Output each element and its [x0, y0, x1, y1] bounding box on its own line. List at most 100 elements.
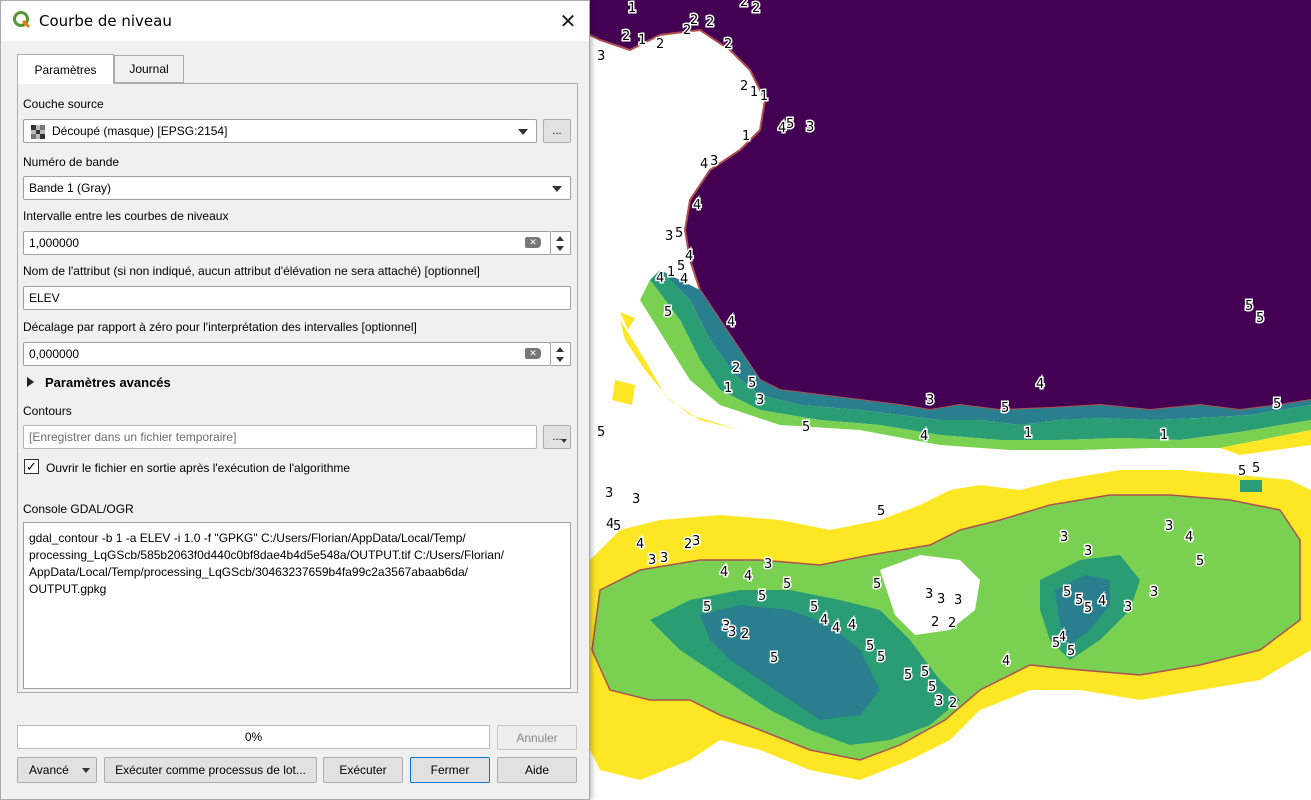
open-output-checkbox[interactable]: ✓: [24, 459, 39, 474]
tab-parameters[interactable]: Paramètres: [17, 54, 114, 84]
spin-down-icon[interactable]: [556, 357, 564, 362]
spin-down-icon[interactable]: [556, 246, 564, 251]
contour-label: 3: [926, 393, 934, 408]
interval-input[interactable]: 1,000000: [23, 231, 551, 255]
tab-log[interactable]: Journal: [114, 55, 184, 83]
contour-dialog: Courbe de niveau ✕ Paramètres Journal Co…: [0, 0, 590, 800]
chevron-right-icon[interactable]: [27, 377, 34, 387]
contour-label: 5: [786, 117, 794, 132]
advanced-button[interactable]: Avancé: [17, 757, 97, 783]
contour-label: 5: [877, 650, 885, 665]
contour-label: 2: [740, 79, 748, 94]
contour-label: 4: [820, 613, 828, 628]
contour-label: 5: [921, 665, 929, 680]
contour-label: 3: [665, 229, 673, 244]
chevron-down-icon: [82, 768, 90, 773]
contour-label: 5: [1252, 461, 1260, 476]
contour-label: 5: [1063, 585, 1071, 600]
cancel-button[interactable]: Annuler: [497, 725, 577, 750]
offset-label: Décalage par rapport à zéro pour l'inter…: [23, 320, 417, 334]
contour-label: 4: [1002, 654, 1010, 669]
source-layer-select[interactable]: Découpé (masque) [EPSG:2154]: [23, 119, 537, 143]
contour-label: 5: [1001, 401, 1009, 416]
contour-label: 5: [1084, 601, 1092, 616]
contour-label: 3: [935, 694, 943, 709]
contour-label: 2: [732, 361, 740, 376]
contour-label: 2: [724, 37, 732, 52]
raster-layer-icon: [31, 125, 45, 139]
contour-label: 3: [728, 625, 736, 640]
contour-label: 5: [1075, 593, 1083, 608]
contours-browse-button[interactable]: ...: [543, 425, 571, 449]
contour-label: 5: [1052, 636, 1060, 651]
advanced-parameters-toggle[interactable]: Paramètres avancés: [45, 375, 171, 390]
contour-label: 1: [628, 1, 636, 16]
title-bar[interactable]: Courbe de niveau ✕: [1, 1, 589, 41]
contour-label: 3: [692, 534, 700, 549]
spin-up-icon[interactable]: [556, 347, 564, 352]
run-as-batch-button[interactable]: Exécuter comme processus de lot...: [104, 757, 317, 783]
contour-label: 5: [904, 668, 912, 683]
interval-spinner[interactable]: [551, 231, 571, 255]
progress-text: 0%: [244, 730, 263, 744]
contour-label: 2: [741, 627, 749, 642]
contours-placeholder: [Enregistrer dans un fichier temporaire]: [29, 430, 237, 444]
contour-label: 4: [832, 621, 840, 636]
contour-label: 5: [928, 680, 936, 695]
spin-up-icon[interactable]: [556, 236, 564, 241]
source-layer-browse-button[interactable]: ...: [543, 119, 571, 143]
attribute-input[interactable]: ELEV: [23, 286, 571, 310]
contour-label: 2: [752, 1, 760, 16]
gdal-console-text[interactable]: gdal_contour -b 1 -a ELEV -i 1.0 -f "GPK…: [23, 522, 571, 689]
contour-label: 5: [770, 651, 778, 666]
contour-label: 5: [1238, 464, 1246, 479]
contour-label: 3: [710, 154, 718, 169]
contours-output-input[interactable]: [Enregistrer dans un fichier temporaire]: [23, 425, 537, 449]
contour-label: 2: [949, 696, 957, 711]
console-label: Console GDAL/OGR: [23, 502, 134, 516]
offset-input[interactable]: 0,000000: [23, 342, 551, 366]
contour-label: 2: [622, 29, 630, 44]
contour-label: 1: [760, 89, 768, 104]
contour-label: 4: [636, 537, 644, 552]
contour-label: 3: [660, 551, 668, 566]
contour-label: 3: [597, 49, 605, 64]
clear-interval-icon[interactable]: ✕: [525, 237, 541, 248]
band-value: Bande 1 (Gray): [29, 181, 112, 195]
help-button[interactable]: Aide: [497, 757, 577, 783]
clear-offset-icon[interactable]: ✕: [525, 348, 541, 359]
contour-label: 5: [597, 425, 605, 440]
contour-label: 3: [1060, 530, 1068, 545]
contour-label: 4: [848, 618, 856, 633]
contour-label: 3: [954, 593, 962, 608]
run-button[interactable]: Exécuter: [323, 757, 403, 783]
offset-spinner[interactable]: [551, 342, 571, 366]
contour-label: 3: [1084, 544, 1092, 559]
offset-value: 0,000000: [29, 347, 80, 361]
contour-label: 2: [931, 615, 939, 630]
band-select[interactable]: Bande 1 (Gray): [23, 176, 571, 200]
contour-label: 3: [1165, 519, 1173, 534]
contour-label: 4: [727, 315, 735, 330]
checkmark-icon: ✓: [26, 459, 37, 474]
contour-label: 4: [1036, 377, 1044, 392]
window-title: Courbe de niveau: [39, 12, 172, 30]
contour-label: 5: [613, 519, 621, 534]
contour-label: 3: [1124, 600, 1132, 615]
contour-label: 5: [810, 600, 818, 615]
chevron-down-icon: [561, 439, 567, 443]
contour-label: 1: [1024, 426, 1032, 441]
close-icon[interactable]: ✕: [547, 3, 589, 39]
contour-label: 1: [667, 265, 675, 280]
contour-label: 3: [756, 393, 764, 408]
close-button[interactable]: Fermer: [410, 757, 490, 783]
contour-label: 5: [664, 305, 672, 320]
contour-label: 1: [742, 129, 750, 144]
contour-label: 4: [656, 271, 664, 286]
contour-label: 5: [783, 577, 791, 592]
contour-label: 5: [1245, 299, 1253, 314]
contour-label: 5: [877, 504, 885, 519]
interval-value: 1,000000: [29, 236, 80, 250]
contours-label: Contours: [23, 404, 72, 418]
contour-label: 5: [1256, 311, 1264, 326]
